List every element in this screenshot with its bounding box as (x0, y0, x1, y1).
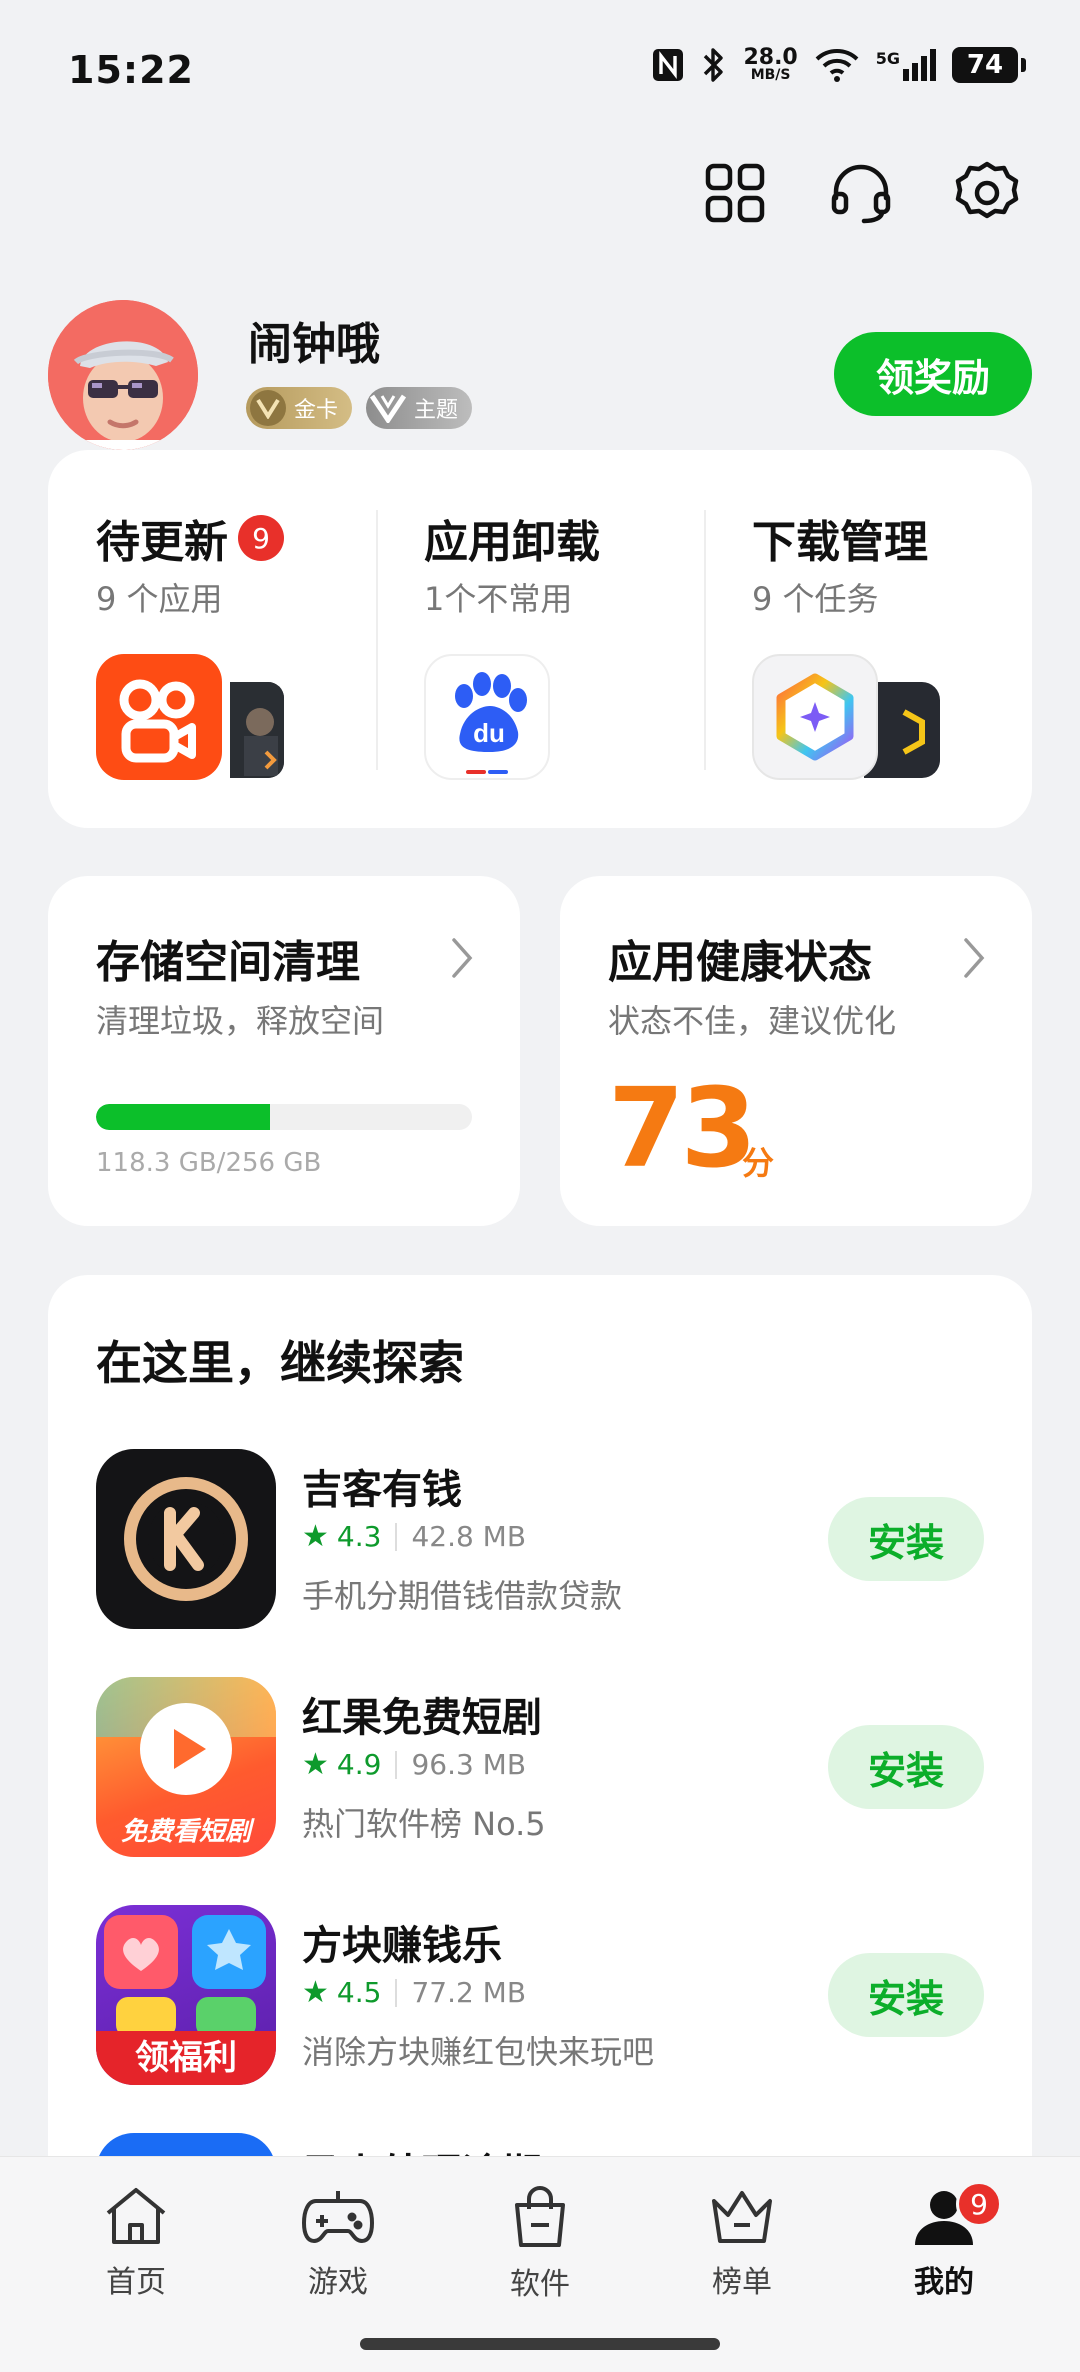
theme-badge[interactable]: 主题 (366, 387, 473, 429)
list-item[interactable]: 领福利 方块赚钱乐 ★ 4.5 77.2 MB 消除方块赚红包快来玩吧 安装 (48, 1905, 1032, 2085)
health-subtitle: 状态不佳，建议优化 (608, 1002, 897, 1040)
list-item[interactable]: 吉客有钱 ★ 4.3 42.8 MB 手机分期借钱借款贷款 安装 (48, 1449, 1032, 1629)
install-button[interactable]: 安装 (828, 1953, 984, 2037)
app-desc: 消除方块赚红包快来玩吧 (302, 2033, 655, 2071)
storage-progress-bar (96, 1104, 472, 1130)
chevron-right-icon (964, 938, 985, 978)
star-icon: ★ (302, 1975, 329, 2010)
username: 闹钟哦 (248, 319, 380, 370)
fangkuai-app-icon: 领福利 (96, 1905, 276, 2085)
app-name: 红果免费短剧 (302, 1695, 542, 1741)
nav-mine[interactable]: 9 我的 (844, 2181, 1044, 2301)
apps-grid-icon[interactable] (702, 160, 768, 226)
storage-clean-card[interactable]: 存储空间清理 清理垃圾，释放空间 118.3 GB/256 GB (48, 876, 520, 1226)
nav-label: 游戏 (308, 2265, 368, 2300)
nav-label: 软件 (510, 2267, 570, 2302)
baidu-app-icon: du (424, 654, 550, 780)
star-icon: ★ (302, 1519, 329, 1554)
nav-home[interactable]: 首页 (36, 2185, 236, 2301)
app-size: 96.3 MB (411, 1748, 527, 1781)
downloads-section[interactable]: 下载管理 9 个任务 (704, 450, 1032, 828)
gamepad-icon (302, 2191, 374, 2243)
app-name: 吉客有钱 (302, 1467, 462, 1513)
app-store-hex-icon (752, 654, 878, 780)
storage-progress-fill (96, 1104, 270, 1130)
install-button[interactable]: 安装 (828, 1725, 984, 1809)
status-icons: 28.0 MB/S 5G 74 (651, 45, 1026, 84)
app-rating: 4.3 (336, 1520, 382, 1553)
nav-label: 榜单 (712, 2265, 772, 2300)
app-size: 42.8 MB (411, 1520, 527, 1553)
icon-caption: 免费看短剧 (120, 1817, 251, 1847)
status-time: 15:22 (68, 48, 194, 92)
home-indicator[interactable] (360, 2338, 720, 2350)
uninstall-subtitle: 1个不常用 (424, 580, 573, 618)
app-meta: ★ 4.3 42.8 MB (302, 1519, 526, 1554)
app-health-card[interactable]: 应用健康状态 状态不佳，建议优化 73 分 (560, 876, 1032, 1226)
cell-signal-icon: 5G (876, 49, 936, 81)
storage-title: 存储空间清理 (96, 937, 360, 988)
downloads-subtitle: 9 个任务 (752, 580, 879, 618)
updates-section[interactable]: 待更新 9 9 个应用 (48, 450, 376, 828)
health-score: 73 (608, 1064, 757, 1192)
claim-reward-button[interactable]: 领奖励 (834, 332, 1032, 416)
nav-label: 我的 (914, 2265, 974, 2300)
app-meta: ★ 4.9 96.3 MB (302, 1747, 526, 1782)
app-meta: ★ 4.5 77.2 MB (302, 1975, 526, 2010)
nav-games[interactable]: 游戏 (238, 2185, 438, 2301)
star-icon: ★ (302, 1747, 329, 1782)
nav-software[interactable]: 软件 (440, 2185, 640, 2303)
app-manage-card: 待更新 9 9 个应用 应用卸载 1个不常用 du 下载管理 9 个任务 (48, 450, 1032, 828)
member-badges: 金卡 主题 (246, 387, 473, 429)
install-button[interactable]: 安装 (828, 1497, 984, 1581)
game-app-icon (230, 682, 284, 778)
top-actions (702, 160, 1020, 226)
nav-label: 首页 (106, 2265, 166, 2300)
jikeyouqian-app-icon (96, 1449, 276, 1629)
bluetooth-icon (704, 48, 724, 82)
hongguo-app-icon: 免费看短剧 (96, 1677, 276, 1857)
uninstall-title: 应用卸载 (424, 517, 600, 568)
crown-icon (712, 2191, 772, 2243)
uninstall-section[interactable]: 应用卸载 1个不常用 du (376, 450, 704, 828)
nav-rankings[interactable]: 榜单 (642, 2185, 842, 2301)
nfc-icon (653, 49, 684, 81)
net-speed: 28.0 MB/S (743, 45, 798, 83)
wifi-icon (815, 49, 859, 82)
health-title: 应用健康状态 (608, 937, 872, 988)
updates-count-badge: 9 (238, 515, 284, 561)
app-rating: 4.9 (336, 1748, 382, 1781)
gold-card-badge[interactable]: 金卡 (246, 387, 353, 429)
status-bar: 15:22 28.0 MB/S 5G 74 (0, 0, 1080, 130)
avatar[interactable] (48, 300, 198, 450)
settings-gear-icon[interactable] (954, 160, 1020, 226)
storage-subtitle: 清理垃圾，释放空间 (96, 1002, 385, 1040)
kuaishou-app-icon (96, 654, 222, 780)
theme-v-icon (370, 390, 407, 426)
downloads-title: 下载管理 (752, 517, 928, 568)
app-desc: 热门软件榜 No.5 (302, 1805, 546, 1843)
home-icon (106, 2188, 166, 2244)
shopping-bag-icon (515, 2186, 565, 2247)
list-item[interactable]: 免费看短剧 红果免费短剧 ★ 4.9 96.3 MB 热门软件榜 No.5 安装 (48, 1677, 1032, 1857)
headset-icon[interactable] (828, 160, 894, 226)
updates-subtitle: 9 个应用 (96, 580, 223, 618)
nav-mine-badge: 9 (956, 2181, 1002, 2227)
storage-usage-text: 118.3 GB/256 GB (96, 1148, 322, 1178)
health-score-unit: 分 (742, 1144, 775, 1182)
app-name: 方块赚钱乐 (302, 1923, 502, 1969)
app-desc: 手机分期借钱借款贷款 (302, 1577, 623, 1615)
updates-title: 待更新 (96, 517, 228, 568)
app-size: 77.2 MB (411, 1976, 527, 2009)
icon-caption: 领福利 (96, 2031, 276, 2085)
chevron-right-icon (452, 938, 473, 978)
battery-icon: 74 (952, 47, 1026, 83)
app-rating: 4.5 (336, 1976, 382, 2009)
vip-v-icon (250, 390, 286, 426)
explore-title: 在这里，继续探索 (96, 1336, 464, 1390)
svg-text:du: du (473, 718, 505, 748)
